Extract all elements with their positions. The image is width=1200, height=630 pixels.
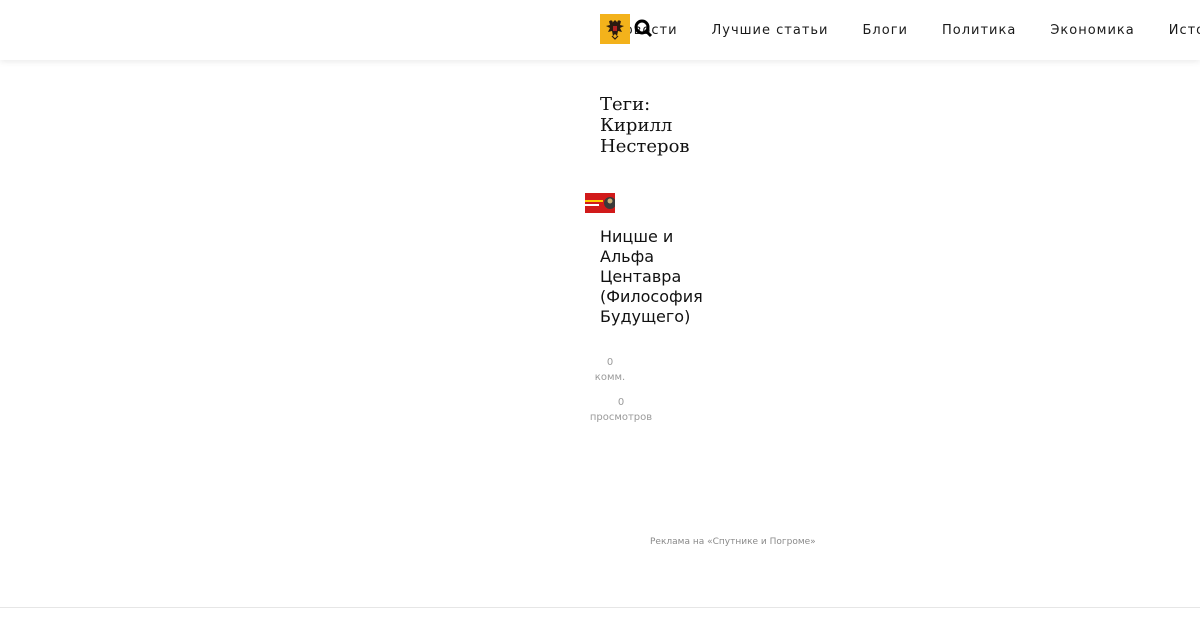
- site-logo[interactable]: [600, 14, 630, 44]
- comments-number: 0: [606, 357, 614, 368]
- post-comments-count: 0 комм.: [590, 355, 630, 385]
- main-nav: Новости Лучшие статьи Блоги Политика Эко…: [614, 0, 1200, 60]
- comments-label: комм.: [594, 372, 626, 383]
- footer-divider: [0, 607, 1200, 608]
- views-label: просмотров: [589, 412, 653, 423]
- post-thumbnail[interactable]: [585, 193, 615, 213]
- post-title-link[interactable]: Ницше и Альфа Центавра (Философия Будуще…: [600, 227, 710, 327]
- advertising-link[interactable]: Реклама на «Спутнике и Погроме»: [650, 537, 816, 547]
- site-header: Новости Лучшие статьи Блоги Политика Эко…: [0, 0, 1200, 60]
- nav-item-history[interactable]: История: [1169, 23, 1200, 38]
- nav-item-best-articles[interactable]: Лучшие статьи: [712, 23, 829, 38]
- tags-page-title: Теги: Кирилл Нестеров: [600, 94, 690, 157]
- post-views-count: 0 просмотров: [586, 395, 656, 425]
- views-number: 0: [617, 397, 625, 408]
- search-icon: [634, 19, 653, 38]
- post-thumbnail-image: [585, 193, 615, 213]
- double-headed-eagle-icon: [600, 14, 630, 44]
- nav-item-politics[interactable]: Политика: [942, 23, 1016, 38]
- nav-item-blogs[interactable]: Блоги: [863, 23, 908, 38]
- nav-item-economy[interactable]: Экономика: [1050, 23, 1134, 38]
- search-button[interactable]: [633, 18, 653, 38]
